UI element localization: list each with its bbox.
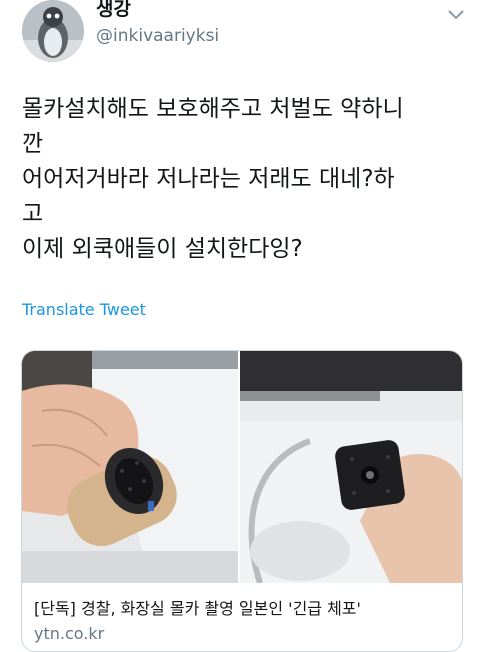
tweet-line: 고: [22, 201, 44, 227]
link-card[interactable]: [단독] 경찰, 화장실 몰카 촬영 일본인 '긴급 체포' ytn.co.kr: [21, 350, 463, 652]
card-photo-camera-device: [240, 351, 462, 583]
avatar[interactable]: [22, 0, 84, 62]
penguin-avatar-image: [22, 0, 84, 62]
card-domain: ytn.co.kr: [34, 624, 105, 643]
tweet-line: 깐: [22, 131, 44, 157]
card-title[interactable]: [단독] 경찰, 화장실 몰카 촬영 일본인 '긴급 체포': [34, 595, 361, 619]
tweet-line: 몰카설치해도 보호해주고 처벌도 약하니: [22, 96, 404, 122]
chevron-down-icon[interactable]: [446, 8, 466, 22]
tweet-line: 이제 외쿡애들이 설치한다잉?: [22, 236, 303, 262]
tweet-line: 어어저거바라 저나라는 저래도 대네?하: [22, 166, 395, 192]
display-name[interactable]: 생강: [96, 0, 131, 21]
translate-tweet-link[interactable]: Translate Tweet: [22, 300, 146, 319]
tweet-text: 몰카설치해도 보호해주고 처벌도 약하니 깐 어어저거바라 저나라는 저래도 대…: [22, 92, 462, 267]
user-handle[interactable]: @inkivaariyksi: [96, 26, 219, 46]
tweet-header: 생강 @inkivaariyksi: [0, 0, 480, 70]
card-photo-hand-holding-device: [22, 351, 238, 583]
